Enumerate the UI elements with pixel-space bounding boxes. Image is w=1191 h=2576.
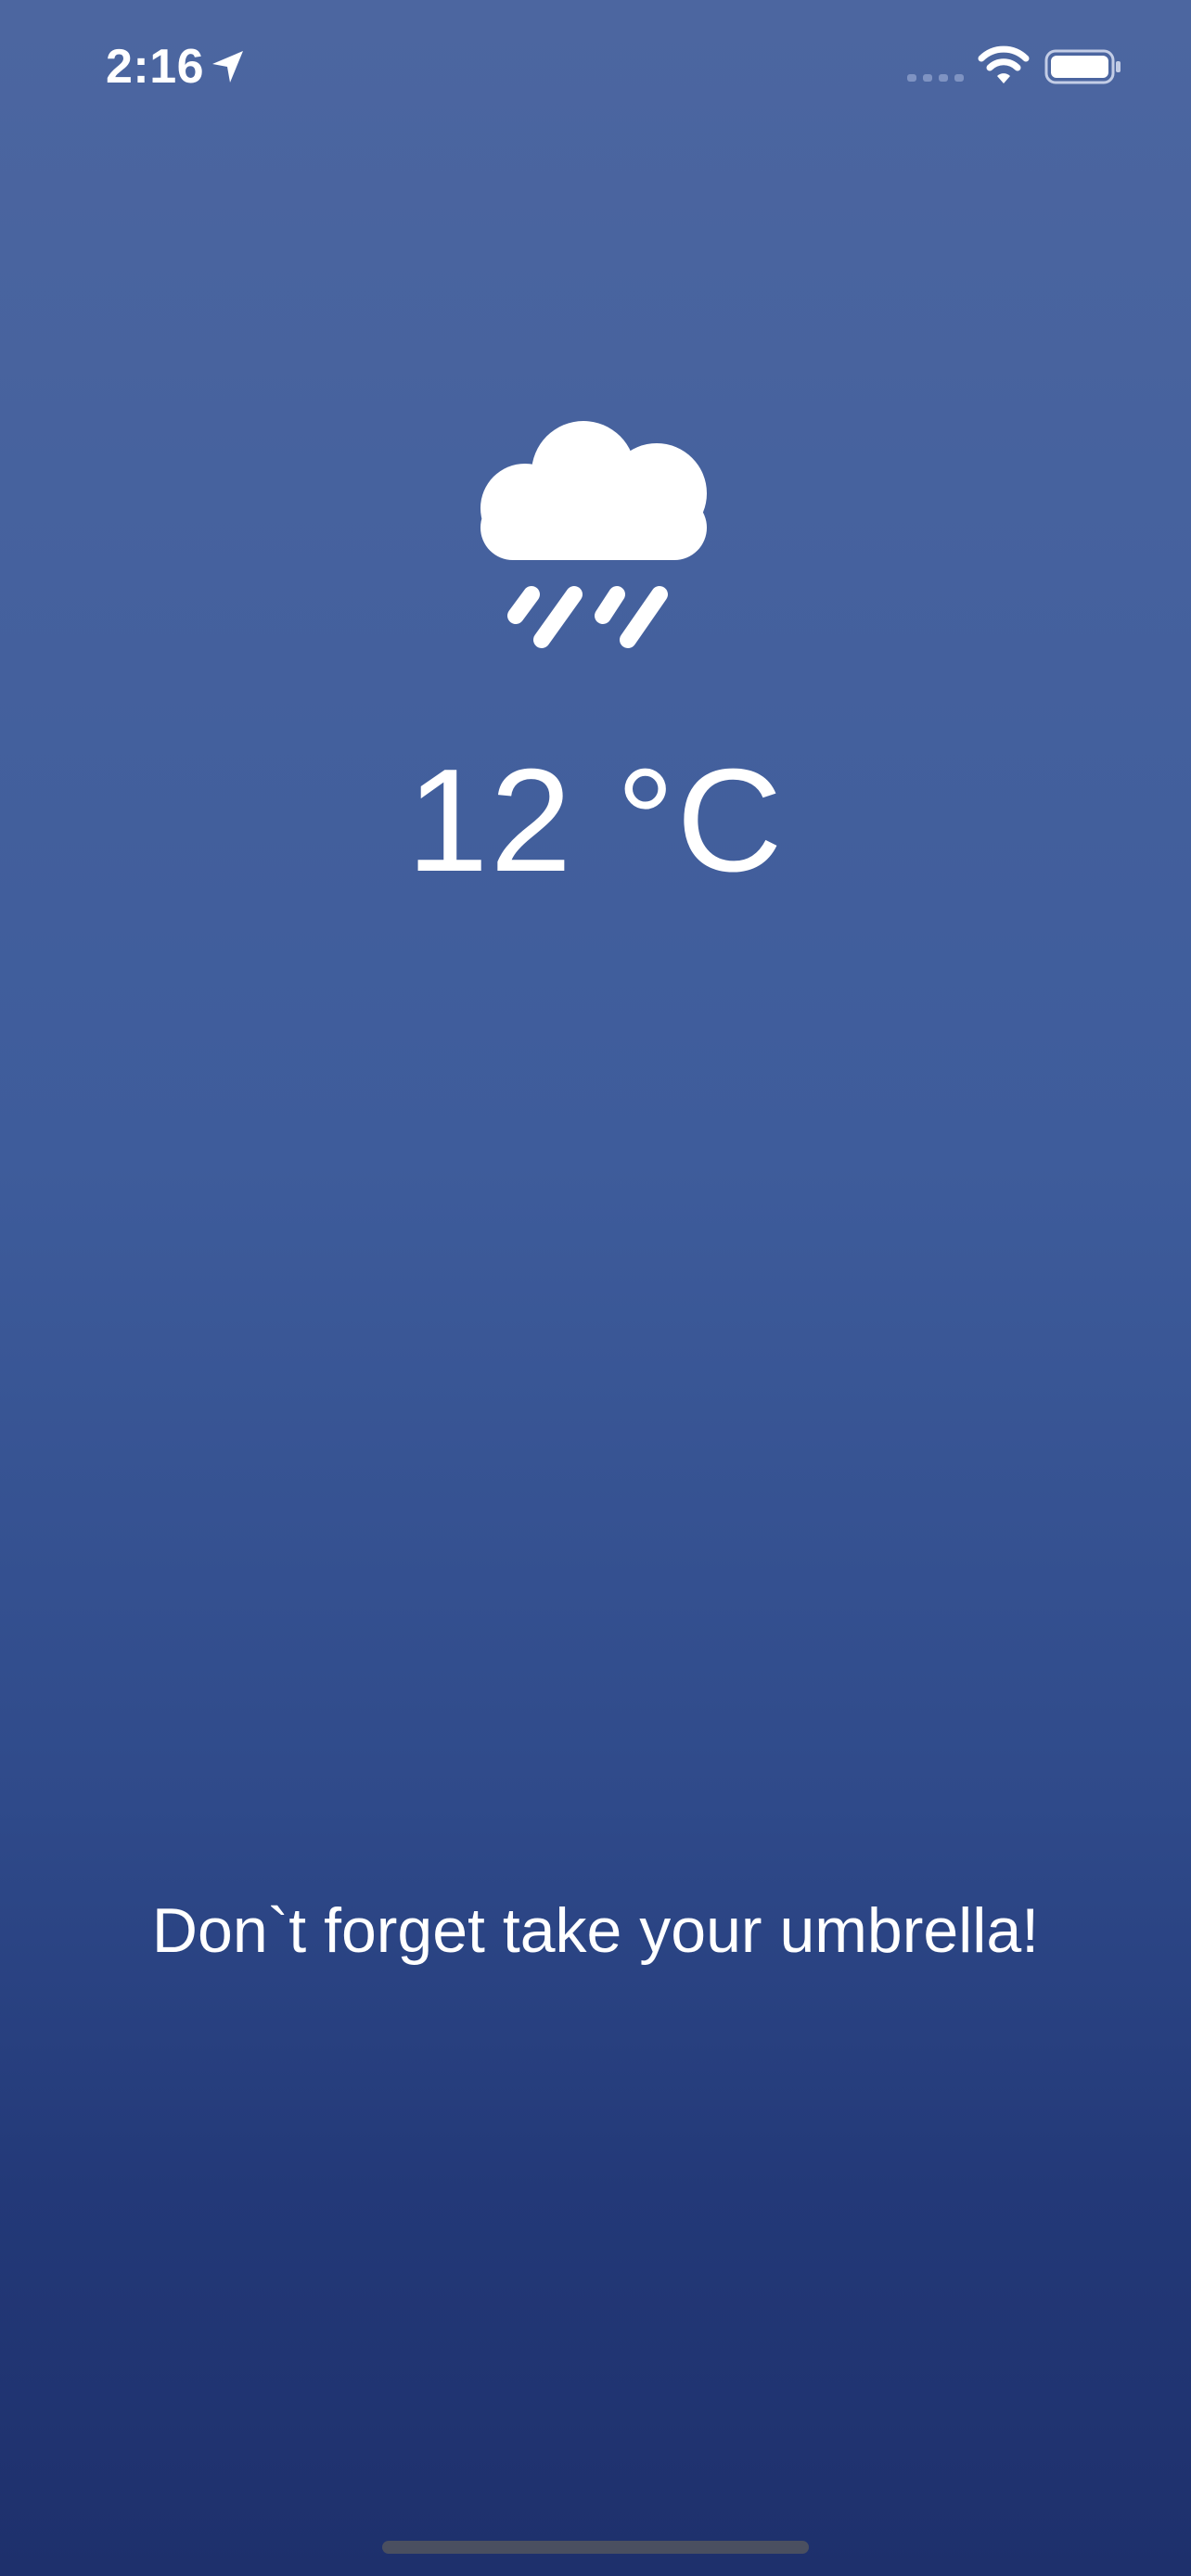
temperature-label: 12 °C [406, 739, 785, 902]
weather-screen: 2:16 12 °C Don`t forget take your umbrel… [0, 0, 1191, 2576]
status-bar: 2:16 [0, 0, 1191, 139]
status-time: 2:16 [106, 40, 205, 94]
wifi-icon [978, 45, 1030, 83]
battery-icon [1044, 49, 1121, 84]
weather-message: Don`t forget take your umbrella! [151, 1895, 1040, 1966]
location-arrow-icon [212, 51, 243, 83]
cellular-signal-icon [907, 74, 964, 82]
cloud-rain-icon [480, 421, 707, 648]
home-indicator[interactable] [382, 2541, 809, 2554]
